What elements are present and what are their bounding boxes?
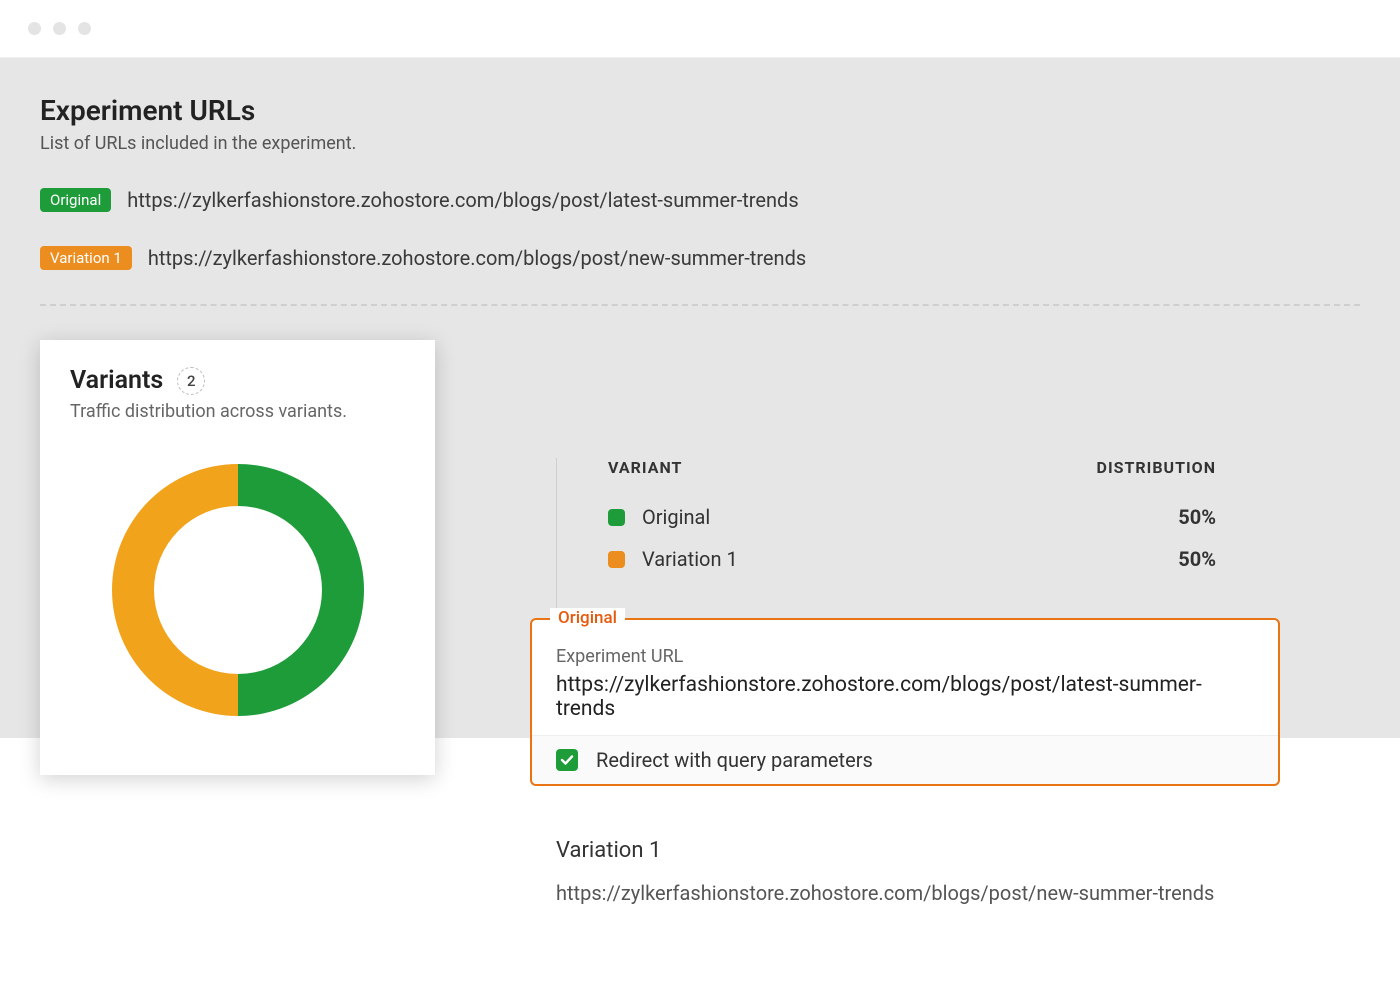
variant-name-original: Original [642, 505, 710, 529]
variation1-url: https://zylkerfashionstore.zohostore.com… [148, 246, 806, 270]
donut-chart [40, 450, 435, 730]
window-dot [28, 22, 41, 35]
variants-title: Variants 2 [70, 366, 405, 395]
tag-original: Original [40, 188, 111, 212]
url-list: Original https://zylkerfashionstore.zoho… [40, 188, 1360, 270]
distribution-table: VARIANT DISTRIBUTION Original 50% Variat… [556, 458, 1216, 589]
cell-variant: Variation 1 [608, 547, 738, 571]
experiment-url-value: https://zylkerfashionstore.zohostore.com… [556, 673, 1254, 721]
redirect-label: Redirect with query parameters [596, 748, 873, 772]
variation1-title: Variation 1 [556, 838, 1214, 863]
swatch-variation1 [608, 551, 625, 568]
url-row-variation1: Variation 1 https://zylkerfashionstore.z… [40, 246, 1360, 270]
original-panel[interactable]: Original Experiment URL https://zylkerfa… [530, 618, 1280, 786]
page-subtitle: List of URLs included in the experiment. [40, 133, 1360, 154]
original-panel-footer: Redirect with query parameters [532, 735, 1278, 784]
variant-name-variation1: Variation 1 [642, 547, 738, 571]
redirect-checkbox[interactable] [556, 749, 578, 771]
variants-title-text: Variants [70, 366, 163, 395]
cell-distribution: 50% [1178, 547, 1216, 571]
section-divider [40, 304, 1360, 306]
page-title: Experiment URLs [40, 94, 1360, 127]
swatch-original [608, 509, 625, 526]
browser-chrome [0, 0, 1400, 58]
check-icon [560, 753, 574, 767]
variation1-panel: Variation 1 https://zylkerfashionstore.z… [556, 838, 1214, 905]
experiment-url-label: Experiment URL [556, 646, 1254, 667]
donut-icon [98, 450, 378, 730]
variation1-url: https://zylkerfashionstore.zohostore.com… [556, 881, 1214, 905]
table-row: Variation 1 50% [608, 547, 1216, 571]
variants-subtitle: Traffic distribution across variants. [70, 401, 405, 422]
cell-distribution: 50% [1178, 505, 1216, 529]
page-header: Experiment URLs List of URLs included in… [40, 94, 1360, 154]
table-header: VARIANT DISTRIBUTION [608, 458, 1216, 477]
original-url: https://zylkerfashionstore.zohostore.com… [127, 188, 798, 212]
tag-variation1: Variation 1 [40, 246, 132, 270]
col-variant: VARIANT [608, 458, 682, 477]
window-dot [53, 22, 66, 35]
cell-variant: Original [608, 505, 710, 529]
table-row: Original 50% [608, 505, 1216, 529]
variants-card: Variants 2 Traffic distribution across v… [40, 340, 435, 775]
url-row-original: Original https://zylkerfashionstore.zoho… [40, 188, 1360, 212]
window-dot [78, 22, 91, 35]
original-panel-legend: Original [550, 608, 625, 628]
col-distribution: DISTRIBUTION [1097, 458, 1216, 477]
variant-count-badge: 2 [177, 367, 205, 395]
